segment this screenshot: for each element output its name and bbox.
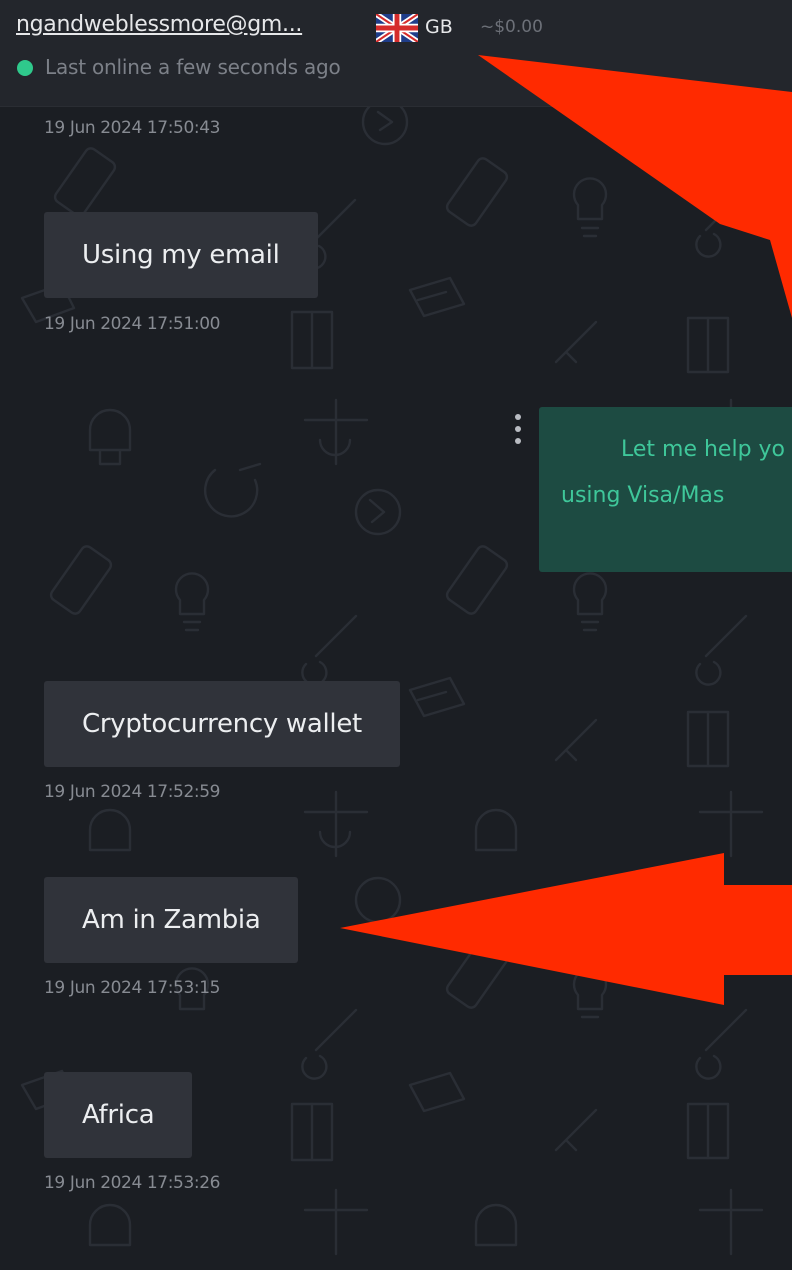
message-timestamp: 19 Jun 2024 17:50:43 bbox=[44, 118, 221, 138]
message-timestamp: 19 Jun 2024 17:53:15 bbox=[44, 978, 221, 998]
country-code: GB bbox=[425, 16, 453, 38]
chat-header: ngandweblessmore@gm... GB ~$0.00 Last on… bbox=[0, 0, 792, 107]
last-online-status: Last online a few seconds ago bbox=[45, 55, 341, 79]
chat-window: ngandweblessmore@gm... GB ~$0.00 Last on… bbox=[0, 0, 792, 1270]
message-timestamp: 19 Jun 2024 17:53:26 bbox=[44, 1173, 221, 1193]
more-vertical-icon[interactable] bbox=[512, 414, 524, 450]
contact-balance: ~$0.00 bbox=[480, 17, 543, 37]
outgoing-message-line: using Visa/Mas bbox=[561, 483, 725, 508]
incoming-message-bubble[interactable]: Using my email bbox=[44, 212, 318, 298]
message-timestamp: 19 Jun 2024 17:52:59 bbox=[44, 782, 221, 802]
uk-flag-icon bbox=[376, 14, 418, 42]
incoming-message-bubble[interactable]: Africa bbox=[44, 1072, 193, 1158]
outgoing-message-line: Let me help yo bbox=[621, 437, 786, 462]
incoming-message-bubble[interactable]: Cryptocurrency wallet bbox=[44, 681, 400, 767]
incoming-message-bubble[interactable]: Am in Zambia bbox=[44, 877, 299, 963]
message-timestamp: 19 Jun 2024 17:51:00 bbox=[44, 314, 221, 334]
online-dot-icon bbox=[17, 60, 33, 76]
contact-email-link[interactable]: ngandweblessmore@gm... bbox=[16, 12, 302, 37]
outgoing-message-bubble[interactable]: Let me help yo using Visa/Mas bbox=[539, 407, 792, 572]
